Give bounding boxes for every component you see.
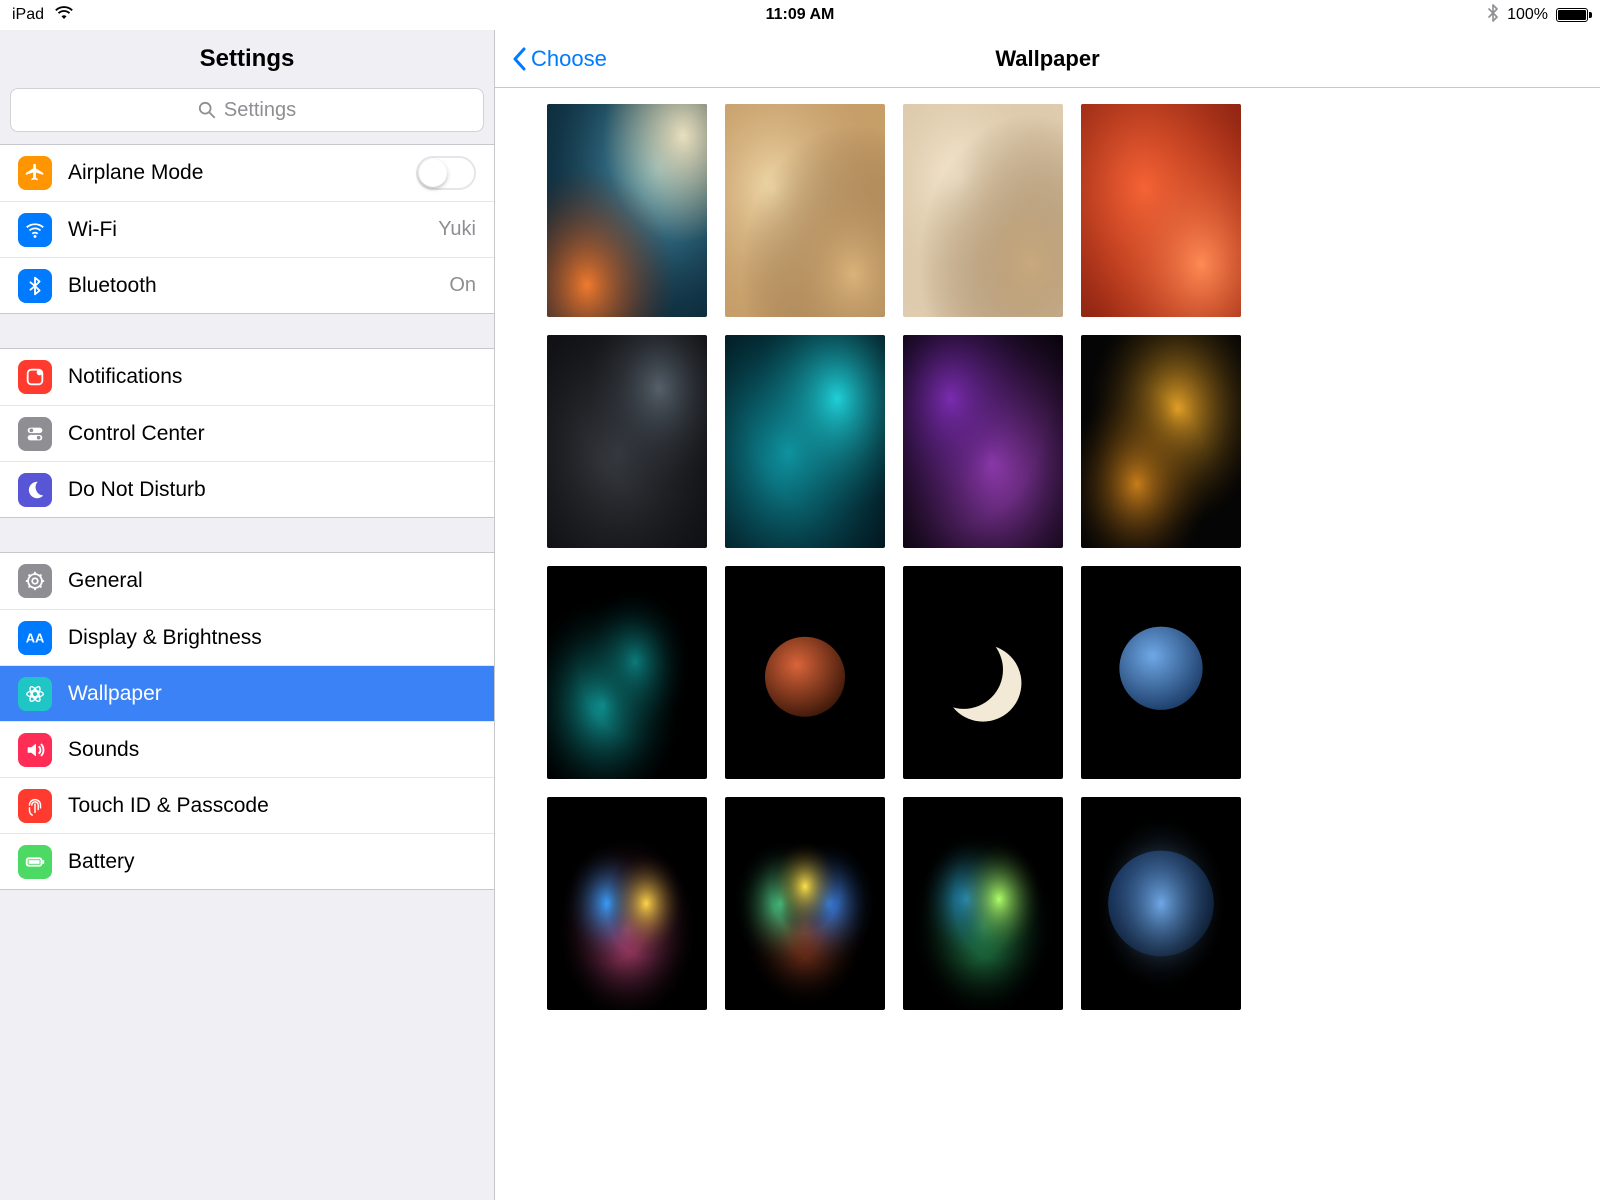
bluetooth-icon <box>18 269 52 303</box>
wallpaper-thumb-feather-purple[interactable] <box>903 335 1063 548</box>
wallpaper-thumb-ink-burst-rainbow[interactable] <box>725 797 885 1010</box>
sidebar-item-touchid[interactable]: Touch ID & Passcode <box>0 777 494 833</box>
svg-text:AA: AA <box>26 630 45 645</box>
sidebar-item-sounds[interactable]: Sounds <box>0 721 494 777</box>
wallpaper-thumb-wing-grey[interactable] <box>547 335 707 548</box>
detail-navbar: Choose Wallpaper <box>495 30 1600 88</box>
wallpaper-detail-panel: Choose Wallpaper <box>495 30 1600 1200</box>
search-placeholder: Settings <box>224 99 296 122</box>
wallpaper-thumb-neptune[interactable] <box>1081 566 1241 779</box>
sidebar-item-label: Sounds <box>68 738 139 762</box>
sidebar-item-label: Bluetooth <box>68 274 157 298</box>
detail-title: Wallpaper <box>495 46 1600 72</box>
wallpaper-thumb-moon-crescent[interactable] <box>903 566 1063 779</box>
battery-pct: 100% <box>1507 6 1548 24</box>
sidebar-item-label: Control Center <box>68 422 205 446</box>
gear-icon <box>18 564 52 598</box>
back-label: Choose <box>531 46 607 72</box>
clock: 11:09 AM <box>0 6 1600 24</box>
fingerprint-icon <box>18 789 52 823</box>
sidebar-item-label: General <box>68 569 143 593</box>
sidebar-item-value: Yuki <box>438 218 476 241</box>
airplane-icon <box>18 156 52 190</box>
sidebar-item-controlcenter[interactable]: Control Center <box>0 405 494 461</box>
wallpaper-thumb-flamingo-feathers[interactable] <box>1081 104 1241 317</box>
speaker-icon <box>18 733 52 767</box>
notifications-icon <box>18 360 52 394</box>
wallpaper-thumb-abstract-teal[interactable] <box>547 566 707 779</box>
wallpaper-thumb-ink-burst-pink[interactable] <box>547 797 707 1010</box>
sidebar-item-label: Battery <box>68 850 135 874</box>
sidebar-item-label: Airplane Mode <box>68 161 203 185</box>
sidebar-item-label: Wi-Fi <box>68 218 117 242</box>
sidebar-item-battery[interactable]: Battery <box>0 833 494 889</box>
wallpaper-thumb-feather-teal[interactable] <box>725 335 885 548</box>
chevron-left-icon <box>511 47 527 71</box>
battery-icon <box>18 845 52 879</box>
sidebar-item-label: Wallpaper <box>68 682 162 706</box>
wallpaper-thumb-flowers-gold[interactable] <box>1081 335 1241 548</box>
control-center-icon <box>18 417 52 451</box>
back-button[interactable]: Choose <box>511 46 607 72</box>
wallpaper-grid <box>495 88 1600 1010</box>
status-bar: iPad 11:09 AM 100% <box>0 0 1600 30</box>
sidebar-item-notifications[interactable]: Notifications <box>0 349 494 405</box>
wallpaper-thumb-dune-soft[interactable] <box>903 104 1063 317</box>
search-icon <box>198 101 216 119</box>
moon-icon <box>18 473 52 507</box>
device-label: iPad <box>12 6 44 24</box>
wifi-status-icon <box>54 6 74 25</box>
sidebar-item-airplane[interactable]: Airplane Mode <box>0 145 494 201</box>
sidebar-item-label: Notifications <box>68 365 182 389</box>
sidebar-title: Settings <box>0 30 494 88</box>
sidebar-item-label: Touch ID & Passcode <box>68 794 269 818</box>
sidebar-item-dnd[interactable]: Do Not Disturb <box>0 461 494 517</box>
airplane-toggle[interactable] <box>416 156 476 190</box>
sidebar-item-label: Display & Brightness <box>68 626 262 650</box>
sidebar-item-value: On <box>449 274 476 297</box>
wallpaper-icon <box>18 677 52 711</box>
settings-search-input[interactable]: Settings <box>10 88 484 132</box>
wallpaper-thumb-wave-blue-orange[interactable] <box>547 104 707 317</box>
sidebar-item-display[interactable]: AA Display & Brightness <box>0 609 494 665</box>
sidebar-item-wifi[interactable]: Wi-Fi Yuki <box>0 201 494 257</box>
settings-sidebar: Settings Settings Airplane Mode Wi-Fi Yuki… <box>0 30 495 1200</box>
wallpaper-thumb-ink-burst-green[interactable] <box>903 797 1063 1010</box>
wallpaper-thumb-dune-sand[interactable] <box>725 104 885 317</box>
brightness-icon: AA <box>18 621 52 655</box>
wifi-icon <box>18 213 52 247</box>
wallpaper-thumb-dandelion-blue[interactable] <box>1081 797 1241 1010</box>
sidebar-item-general[interactable]: General <box>0 553 494 609</box>
sidebar-item-wallpaper[interactable]: Wallpaper <box>0 665 494 721</box>
battery-icon <box>1556 8 1588 22</box>
bluetooth-status-icon <box>1487 4 1499 27</box>
sidebar-item-bluetooth[interactable]: Bluetooth On <box>0 257 494 313</box>
sidebar-item-label: Do Not Disturb <box>68 478 206 502</box>
wallpaper-thumb-mars[interactable] <box>725 566 885 779</box>
